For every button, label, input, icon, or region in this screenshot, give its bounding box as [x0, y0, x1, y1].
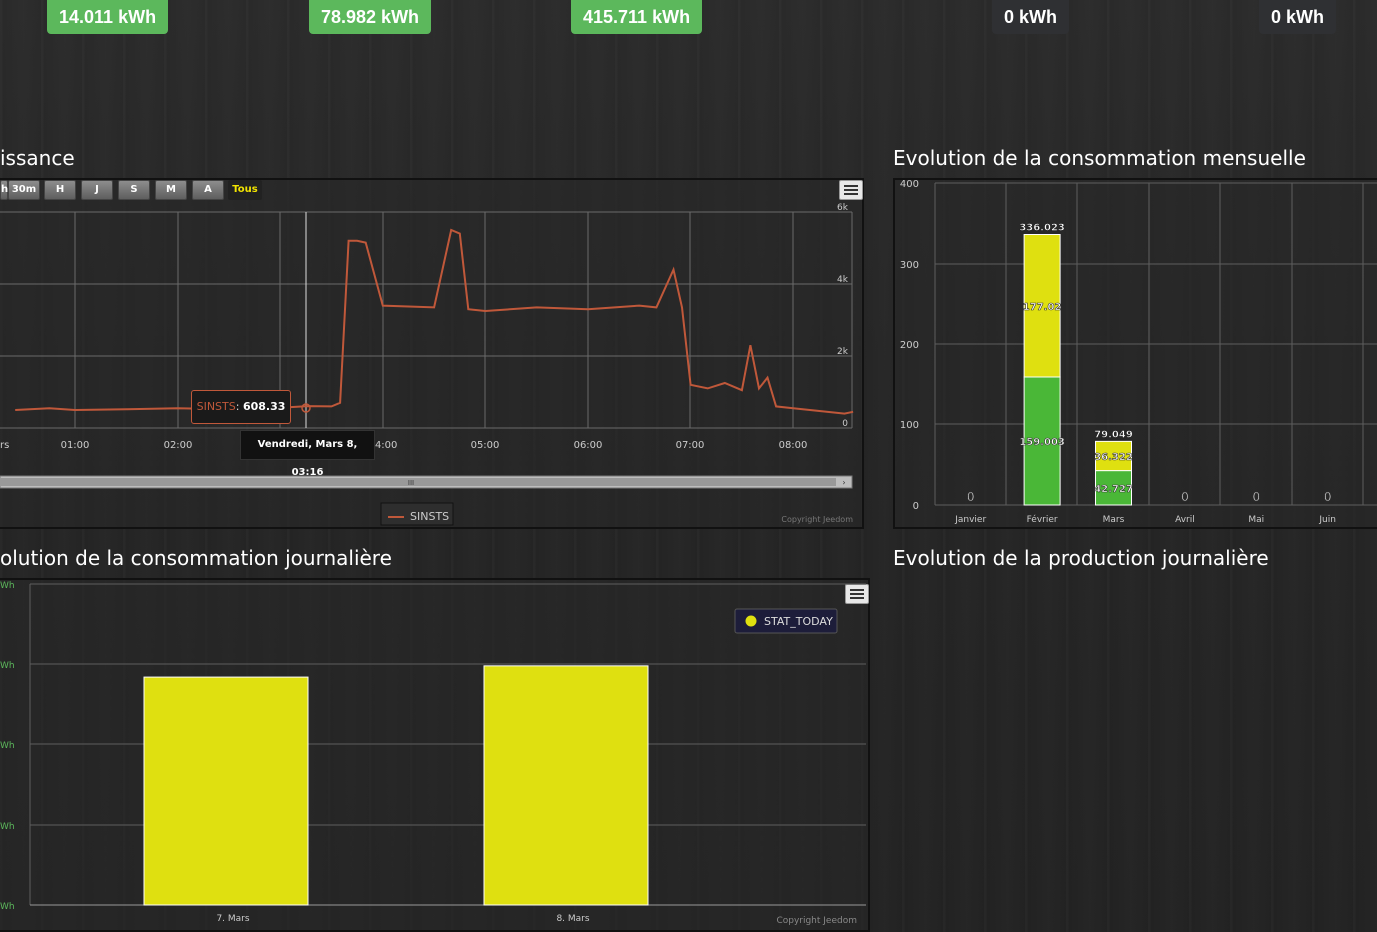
crosshair-date-label: Vendredi, Mars 8, 03:16 [240, 430, 375, 478]
monthly-total-label: 336.023 [1019, 223, 1065, 234]
production-title: Evolution de la production journalière [893, 546, 1269, 570]
scroll-grip: III [408, 479, 414, 487]
mensuelle-y-tick-300: 300 [900, 260, 919, 271]
daily-x-tick: 8. Mars [556, 914, 589, 924]
kwh-badge-prod-2: 0 kWh [1259, 0, 1337, 34]
journaliere-title: olution de la consommation journalière [0, 546, 392, 570]
x-tick-0700: 07:00 [676, 440, 705, 451]
journaliere-y-tick-1: Wh [0, 661, 15, 671]
mensuelle-y-tick-100: 100 [900, 420, 919, 431]
mensuelle-y-tick-200: 200 [900, 340, 919, 351]
y-tick-0: 0 [842, 419, 848, 429]
mensuelle-title: Evolution de la consommation mensuelle [893, 146, 1306, 170]
x-tick-0800: 08:00 [779, 440, 808, 451]
navigator-scrollbar-thumb[interactable] [0, 478, 836, 486]
y-tick-2k: 2k [837, 347, 849, 357]
journaliere-legend-swatch [745, 615, 757, 627]
journaliere-y-tick-2: Wh [0, 741, 15, 751]
monthly-x-tick: Juin [1318, 515, 1336, 525]
monthly-segment-label: 42.727 [1094, 484, 1133, 495]
puissance-tooltip: SINSTS: 608.33 [191, 390, 291, 424]
x-tick-0500: 05:00 [471, 440, 500, 451]
daily-x-tick: 7. Mars [216, 914, 249, 924]
journaliere-y-tick-0: Wh [0, 581, 15, 591]
kwh-badge-year: 415.711 kWh [571, 0, 703, 34]
monthly-total-label: 79.049 [1094, 429, 1133, 440]
mensuelle-chart: 400 300 200 100 0 0 Janvier 159.003 177.02 3… [900, 179, 1377, 525]
journaliere-copyright: Copyright Jeedom [776, 916, 857, 926]
monthly-zero-label: 0 [1181, 490, 1189, 504]
monthly-zero-label: 0 [967, 490, 975, 504]
x-tick-0600: 06:00 [574, 440, 603, 451]
mensuelle-y-tick-400: 400 [900, 179, 919, 190]
monthly-x-tick: Février [1027, 514, 1058, 525]
monthly-segment-label: 177.02 [1023, 302, 1062, 313]
monthly-segment-label: 159.003 [1019, 437, 1065, 448]
sinsts-series-line [15, 228, 854, 415]
y-tick-4k: 4k [837, 275, 849, 285]
daily-bar[interactable] [483, 665, 649, 906]
puissance-legend-label: SINSTS [410, 510, 449, 523]
x-tick-0200: 02:00 [164, 440, 193, 451]
tooltip-colon: : [235, 400, 243, 413]
mensuelle-y-tick-0: 0 [913, 501, 919, 512]
x-tick-0: rs [0, 440, 9, 451]
puissance-copyright: Copyright Jeedom [781, 515, 853, 524]
monthly-segment-label: 36.322 [1094, 452, 1133, 463]
journaliere-y-tick-3: Wh [0, 822, 15, 832]
journaliere-legend-label: STAT_TODAY [764, 615, 833, 628]
puissance-title: issance [0, 146, 75, 170]
x-tick-0100: 01:00 [61, 440, 90, 451]
kwh-badge-prod-1: 0 kWh [992, 0, 1070, 34]
y-tick-6k: 6k [837, 203, 849, 213]
monthly-x-tick: Avril [1175, 515, 1195, 525]
journaliere-chart: Wh Wh Wh Wh Wh 7. Mars 8. Mars STAT_TODAY… [0, 581, 866, 926]
puissance-chart: 6k 4k 2k 0 rs 01:00 02:00 04:00 05:00 06… [0, 203, 854, 526]
monthly-x-tick: Janvier [954, 515, 986, 525]
monthly-zero-label: 0 [1252, 490, 1260, 504]
kwh-badge-month: 78.982 kWh [309, 0, 432, 34]
tooltip-series-name: SINSTS [196, 400, 236, 413]
dashboard: { "summary": { "badges": ["14.011 kWh","… [0, 0, 1377, 932]
journaliere-y-tick-4: Wh [0, 902, 15, 912]
monthly-x-tick: Mars [1103, 515, 1125, 525]
monthly-zero-label: 0 [1324, 490, 1332, 504]
scroll-right-arrow[interactable]: › [842, 478, 845, 487]
daily-bar[interactable] [143, 676, 309, 906]
monthly-x-tick: Mai [1248, 515, 1264, 525]
tooltip-value: 608.33 [242, 400, 286, 413]
kwh-badge-today: 14.011 kWh [47, 0, 169, 34]
